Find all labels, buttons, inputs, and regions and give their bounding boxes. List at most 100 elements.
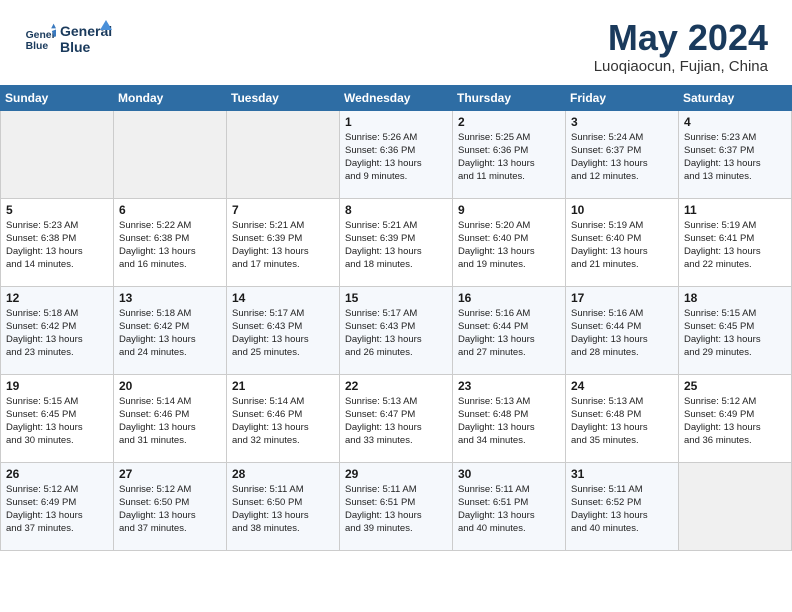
calendar-table: SundayMondayTuesdayWednesdayThursdayFrid…: [0, 85, 792, 551]
weekday-header-row: SundayMondayTuesdayWednesdayThursdayFrid…: [1, 85, 792, 110]
day-info: Sunrise: 5:21 AM Sunset: 6:39 PM Dayligh…: [345, 219, 447, 272]
calendar-subtitle: Luoqiaocun, Fujian, China: [594, 58, 768, 75]
day-info: Sunrise: 5:13 AM Sunset: 6:47 PM Dayligh…: [345, 395, 447, 448]
day-info: Sunrise: 5:12 AM Sunset: 6:49 PM Dayligh…: [6, 483, 108, 536]
day-info: Sunrise: 5:21 AM Sunset: 6:39 PM Dayligh…: [232, 219, 334, 272]
calendar-cell: 27 Sunrise: 5:12 AM Sunset: 6:50 PM Dayli…: [114, 462, 227, 550]
calendar-cell: 5 Sunrise: 5:23 AM Sunset: 6:38 PM Daylig…: [1, 198, 114, 286]
day-number: 28: [232, 467, 334, 481]
day-number: 26: [6, 467, 108, 481]
day-number: 20: [119, 379, 221, 393]
week-row-4: 19 Sunrise: 5:15 AM Sunset: 6:45 PM Dayli…: [1, 374, 792, 462]
day-info: Sunrise: 5:19 AM Sunset: 6:40 PM Dayligh…: [571, 219, 673, 272]
calendar-cell: 17 Sunrise: 5:16 AM Sunset: 6:44 PM Dayli…: [566, 286, 679, 374]
day-info: Sunrise: 5:11 AM Sunset: 6:51 PM Dayligh…: [345, 483, 447, 536]
day-info: Sunrise: 5:16 AM Sunset: 6:44 PM Dayligh…: [571, 307, 673, 360]
day-number: 31: [571, 467, 673, 481]
day-number: 25: [684, 379, 786, 393]
calendar-cell: 19 Sunrise: 5:15 AM Sunset: 6:45 PM Dayli…: [1, 374, 114, 462]
calendar-cell: 29 Sunrise: 5:11 AM Sunset: 6:51 PM Dayli…: [340, 462, 453, 550]
svg-text:Blue: Blue: [26, 41, 49, 52]
title-block: May 2024 Luoqiaocun, Fujian, China: [594, 18, 768, 75]
day-number: 29: [345, 467, 447, 481]
calendar-cell: 14 Sunrise: 5:17 AM Sunset: 6:43 PM Dayli…: [227, 286, 340, 374]
day-number: 9: [458, 203, 560, 217]
calendar-cell: 21 Sunrise: 5:14 AM Sunset: 6:46 PM Dayli…: [227, 374, 340, 462]
day-info: Sunrise: 5:19 AM Sunset: 6:41 PM Dayligh…: [684, 219, 786, 272]
day-info: Sunrise: 5:13 AM Sunset: 6:48 PM Dayligh…: [458, 395, 560, 448]
day-number: 12: [6, 291, 108, 305]
day-number: 18: [684, 291, 786, 305]
calendar-cell: 8 Sunrise: 5:21 AM Sunset: 6:39 PM Daylig…: [340, 198, 453, 286]
day-info: Sunrise: 5:17 AM Sunset: 6:43 PM Dayligh…: [232, 307, 334, 360]
day-number: 7: [232, 203, 334, 217]
day-info: Sunrise: 5:20 AM Sunset: 6:40 PM Dayligh…: [458, 219, 560, 272]
day-number: 17: [571, 291, 673, 305]
calendar-cell: 30Sunrise: 5:11 AM Sunset: 6:51 PM Dayli…: [453, 462, 566, 550]
calendar-cell: 11 Sunrise: 5:19 AM Sunset: 6:41 PM Dayli…: [679, 198, 792, 286]
day-info: Sunrise: 5:11 AM Sunset: 6:52 PM Dayligh…: [571, 483, 673, 536]
day-number: 4: [684, 115, 786, 129]
calendar-title: May 2024: [594, 18, 768, 58]
day-info: Sunrise: 5:18 AM Sunset: 6:42 PM Dayligh…: [119, 307, 221, 360]
day-number: 10: [571, 203, 673, 217]
calendar-cell: 4 Sunrise: 5:23 AM Sunset: 6:37 PM Daylig…: [679, 110, 792, 198]
day-number: 5: [6, 203, 108, 217]
day-info: Sunrise: 5:15 AM Sunset: 6:45 PM Dayligh…: [684, 307, 786, 360]
calendar-cell: 23Sunrise: 5:13 AM Sunset: 6:48 PM Dayli…: [453, 374, 566, 462]
weekday-header-sunday: Sunday: [1, 85, 114, 110]
calendar-cell: 31 Sunrise: 5:11 AM Sunset: 6:52 PM Dayli…: [566, 462, 679, 550]
day-info: Sunrise: 5:14 AM Sunset: 6:46 PM Dayligh…: [232, 395, 334, 448]
day-info: Sunrise: 5:12 AM Sunset: 6:50 PM Dayligh…: [119, 483, 221, 536]
week-row-3: 12 Sunrise: 5:18 AM Sunset: 6:42 PM Dayli…: [1, 286, 792, 374]
day-info: Sunrise: 5:14 AM Sunset: 6:46 PM Dayligh…: [119, 395, 221, 448]
logo-icon: General Blue: [24, 22, 56, 54]
day-info: Sunrise: 5:12 AM Sunset: 6:49 PM Dayligh…: [684, 395, 786, 448]
day-number: 11: [684, 203, 786, 217]
svg-text:Blue: Blue: [60, 39, 91, 55]
calendar-cell: 18 Sunrise: 5:15 AM Sunset: 6:45 PM Dayli…: [679, 286, 792, 374]
week-row-1: 1Sunrise: 5:26 AM Sunset: 6:36 PM Daylig…: [1, 110, 792, 198]
calendar-cell: 26 Sunrise: 5:12 AM Sunset: 6:49 PM Dayli…: [1, 462, 114, 550]
day-info: Sunrise: 5:26 AM Sunset: 6:36 PM Dayligh…: [345, 131, 447, 184]
day-number: 24: [571, 379, 673, 393]
calendar-cell: 6Sunrise: 5:22 AM Sunset: 6:38 PM Daylig…: [114, 198, 227, 286]
calendar-cell: 16Sunrise: 5:16 AM Sunset: 6:44 PM Dayli…: [453, 286, 566, 374]
day-info: Sunrise: 5:11 AM Sunset: 6:50 PM Dayligh…: [232, 483, 334, 536]
weekday-header-tuesday: Tuesday: [227, 85, 340, 110]
day-info: Sunrise: 5:18 AM Sunset: 6:42 PM Dayligh…: [6, 307, 108, 360]
day-number: 27: [119, 467, 221, 481]
day-info: Sunrise: 5:23 AM Sunset: 6:37 PM Dayligh…: [684, 131, 786, 184]
day-info: Sunrise: 5:24 AM Sunset: 6:37 PM Dayligh…: [571, 131, 673, 184]
calendar-cell: [679, 462, 792, 550]
day-info: Sunrise: 5:23 AM Sunset: 6:38 PM Dayligh…: [6, 219, 108, 272]
day-number: 8: [345, 203, 447, 217]
day-info: Sunrise: 5:11 AM Sunset: 6:51 PM Dayligh…: [458, 483, 560, 536]
day-info: Sunrise: 5:13 AM Sunset: 6:48 PM Dayligh…: [571, 395, 673, 448]
day-number: 6: [119, 203, 221, 217]
calendar-cell: 24 Sunrise: 5:13 AM Sunset: 6:48 PM Dayli…: [566, 374, 679, 462]
generalblue-logo-svg: General Blue: [60, 18, 112, 58]
svg-text:General: General: [26, 30, 56, 41]
calendar-cell: [1, 110, 114, 198]
day-number: 22: [345, 379, 447, 393]
calendar-cell: 7 Sunrise: 5:21 AM Sunset: 6:39 PM Daylig…: [227, 198, 340, 286]
day-number: 21: [232, 379, 334, 393]
calendar-cell: 3Sunrise: 5:24 AM Sunset: 6:37 PM Daylig…: [566, 110, 679, 198]
day-info: Sunrise: 5:15 AM Sunset: 6:45 PM Dayligh…: [6, 395, 108, 448]
day-info: Sunrise: 5:25 AM Sunset: 6:36 PM Dayligh…: [458, 131, 560, 184]
day-number: 13: [119, 291, 221, 305]
calendar-cell: 10 Sunrise: 5:19 AM Sunset: 6:40 PM Dayli…: [566, 198, 679, 286]
calendar-cell: [227, 110, 340, 198]
day-info: Sunrise: 5:17 AM Sunset: 6:43 PM Dayligh…: [345, 307, 447, 360]
calendar-cell: 25 Sunrise: 5:12 AM Sunset: 6:49 PM Dayli…: [679, 374, 792, 462]
weekday-header-thursday: Thursday: [453, 85, 566, 110]
day-number: 19: [6, 379, 108, 393]
day-number: 15: [345, 291, 447, 305]
calendar-cell: 12 Sunrise: 5:18 AM Sunset: 6:42 PM Dayli…: [1, 286, 114, 374]
weekday-header-monday: Monday: [114, 85, 227, 110]
day-number: 16: [458, 291, 560, 305]
calendar-cell: 28 Sunrise: 5:11 AM Sunset: 6:50 PM Dayli…: [227, 462, 340, 550]
week-row-2: 5 Sunrise: 5:23 AM Sunset: 6:38 PM Daylig…: [1, 198, 792, 286]
day-number: 14: [232, 291, 334, 305]
